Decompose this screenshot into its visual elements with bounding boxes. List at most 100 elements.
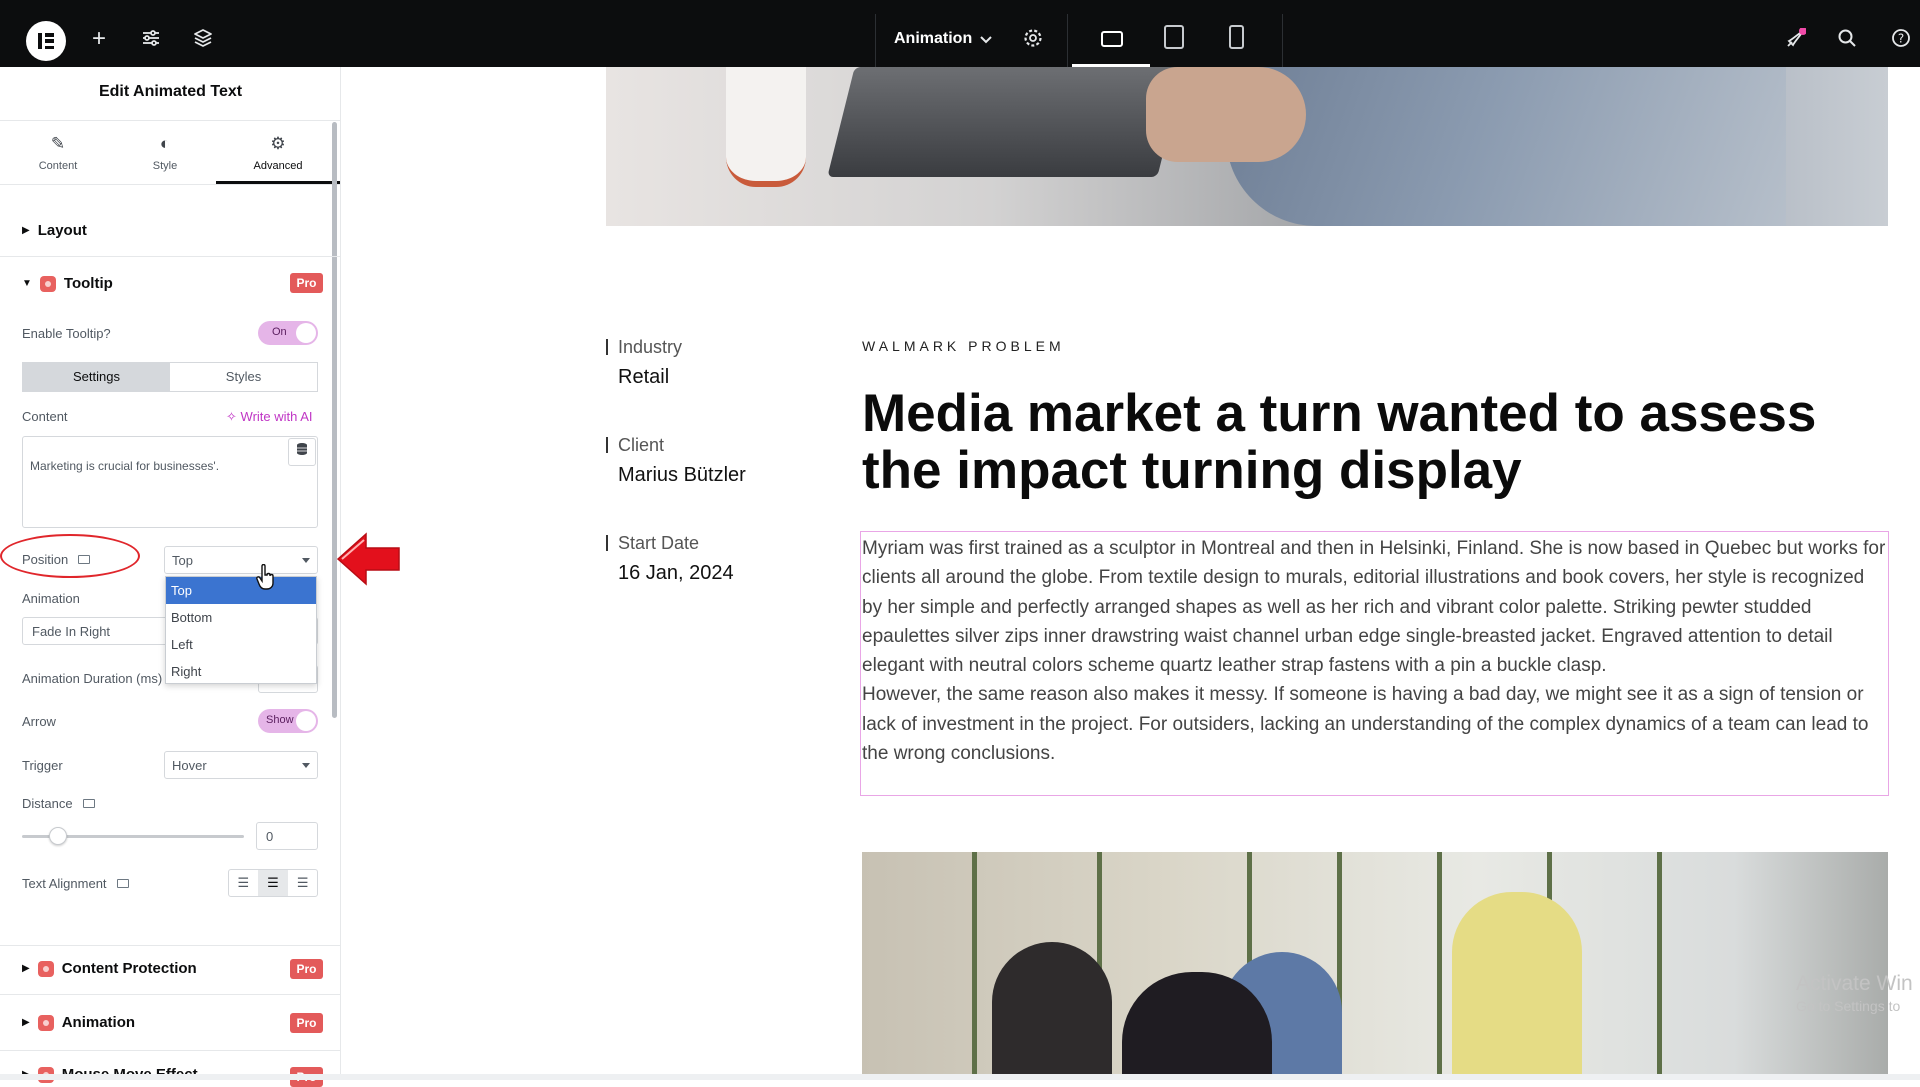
distance-input[interactable]: 0 <box>256 822 318 850</box>
position-option-bottom[interactable]: Bottom <box>166 604 316 631</box>
meta-label-start-date: Start Date <box>618 533 700 553</box>
pro-feature-icon <box>37 1014 54 1031</box>
meta-label-industry: Industry <box>618 337 683 357</box>
meta-value-start-date: 16 Jan, 2024 <box>618 562 734 584</box>
eyebrow-heading: WALMARK PROBLEM <box>862 338 1065 354</box>
hero-image <box>606 67 1888 226</box>
caret-right-icon: ▶ <box>22 225 30 236</box>
tab-content[interactable]: ✎ Content <box>8 134 108 172</box>
trigger-label: Trigger <box>22 758 63 773</box>
select-arrow-icon <box>302 558 310 563</box>
arrow-label: Arrow <box>22 714 56 729</box>
enable-tooltip-label: Enable Tooltip? <box>22 326 111 341</box>
tooltip-styles-tab[interactable]: Styles <box>170 363 317 391</box>
help-icon[interactable]: ? <box>1890 28 1912 50</box>
tablet-icon[interactable] <box>1164 25 1184 49</box>
pencil-icon: ✎ <box>50 134 66 153</box>
pro-badge: Pro <box>290 1013 323 1033</box>
contrast-icon: ◐ <box>159 134 171 153</box>
select-arrow-icon <box>302 763 310 768</box>
layers-icon[interactable] <box>192 28 214 50</box>
animation-label: Animation <box>22 591 80 606</box>
caret-down-icon: ▼ <box>22 278 32 289</box>
tooltip-settings-tab[interactable]: Settings <box>23 363 170 391</box>
responsive-desktop-icon[interactable] <box>82 799 95 808</box>
plus-icon[interactable]: + <box>88 27 110 51</box>
body-paragraph: However, the same reason also makes it m… <box>862 684 1869 765</box>
caret-right-icon: ▶ <box>22 963 30 974</box>
image-shape <box>1437 852 1442 1076</box>
content-label: Content <box>22 409 68 424</box>
divider <box>0 1050 341 1051</box>
trigger-select[interactable]: Hover <box>164 751 318 779</box>
pro-feature-icon <box>39 275 56 292</box>
caret-right-icon: ▶ <box>22 1017 30 1028</box>
svg-text:?: ? <box>1898 32 1904 46</box>
page-settings-gear-icon[interactable] <box>1022 28 1044 50</box>
align-right-icon[interactable]: ☰ <box>288 870 317 896</box>
meta-accent-bar <box>606 339 608 355</box>
position-dropdown-list: Top Bottom Left Right <box>165 576 317 684</box>
animated-text-widget[interactable]: Myriam was first trained as a sculptor i… <box>860 531 1889 796</box>
position-select[interactable]: Top <box>164 546 318 574</box>
search-icon[interactable] <box>1836 28 1858 50</box>
text-alignment-control: ☰ ☰ ☰ <box>228 869 318 897</box>
desktop-icon[interactable] <box>1101 31 1123 47</box>
sparkle-icon: ✧ <box>226 409 237 424</box>
panel-title: Edit Animated Text <box>98 83 243 100</box>
divider <box>0 945 341 946</box>
divider <box>0 184 341 185</box>
section-tooltip[interactable]: ▼ Tooltip <box>22 275 113 292</box>
position-option-top[interactable]: Top <box>166 577 316 604</box>
meta-accent-bar <box>606 535 608 551</box>
section-animation[interactable]: ▶ Animation <box>22 1014 135 1031</box>
toggle-knob <box>296 711 316 731</box>
sliders-icon[interactable] <box>140 28 162 50</box>
text-alignment-label: Text Alignment <box>22 876 129 891</box>
animation-duration-label: Animation Duration (ms) <box>22 671 163 686</box>
divider <box>0 256 341 257</box>
tab-style[interactable]: ◐ Style <box>115 134 215 172</box>
chevron-down-icon[interactable] <box>975 30 997 52</box>
elementor-logo-icon[interactable] <box>26 21 66 61</box>
enable-tooltip-toggle[interactable]: On <box>258 321 318 345</box>
dynamic-tags-database-icon[interactable] <box>288 438 316 466</box>
main-headline: Media market a turn wanted to assess the… <box>862 384 1817 500</box>
team-image <box>862 852 1888 1076</box>
document-title[interactable]: Animation <box>894 30 972 48</box>
image-shape <box>827 67 1185 177</box>
arrow-toggle[interactable]: Show <box>258 709 318 733</box>
image-shape <box>1226 67 1786 226</box>
distance-slider-handle[interactable] <box>48 827 67 845</box>
section-content-protection[interactable]: ▶ Content Protection <box>22 960 197 977</box>
window-bottom-strip <box>0 1074 1920 1080</box>
position-option-right[interactable]: Right <box>166 658 316 685</box>
align-center-icon[interactable]: ☰ <box>258 870 289 896</box>
divider <box>0 994 341 995</box>
write-with-ai-link[interactable]: ✧ Write with AI <box>226 409 313 425</box>
annotation-arrow-icon <box>336 532 400 586</box>
pro-badge: Pro <box>290 959 323 979</box>
tooltip-content-textarea[interactable]: Marketing is crucial for businesses'. <box>22 436 318 528</box>
distance-label: Distance <box>22 796 95 811</box>
image-shape <box>972 852 977 1076</box>
align-left-icon[interactable]: ☰ <box>229 870 259 896</box>
panel-scrollbar[interactable] <box>332 122 337 718</box>
image-shape <box>992 942 1112 1076</box>
tab-advanced[interactable]: ⚙ Advanced <box>228 134 328 172</box>
image-shape <box>1146 67 1306 162</box>
meta-label-client: Client <box>618 435 665 455</box>
topbar-divider <box>1282 14 1283 67</box>
editor-topbar: + Animation ? <box>0 0 1920 67</box>
rocket-icon[interactable] <box>1784 27 1807 50</box>
activation-watermark: Activate Win Go to Settings to <box>1796 972 1913 1014</box>
position-option-left[interactable]: Left <box>166 631 316 658</box>
divider <box>0 120 341 121</box>
responsive-desktop-icon[interactable] <box>116 879 129 888</box>
mobile-icon[interactable] <box>1229 25 1244 49</box>
tooltip-settings-styles-switch: Settings Styles <box>22 362 318 392</box>
meta-accent-bar <box>606 437 608 453</box>
meta-value-client: Marius Bützler <box>618 464 746 486</box>
pro-feature-icon <box>37 960 54 977</box>
section-layout[interactable]: ▶ Layout <box>22 222 87 239</box>
